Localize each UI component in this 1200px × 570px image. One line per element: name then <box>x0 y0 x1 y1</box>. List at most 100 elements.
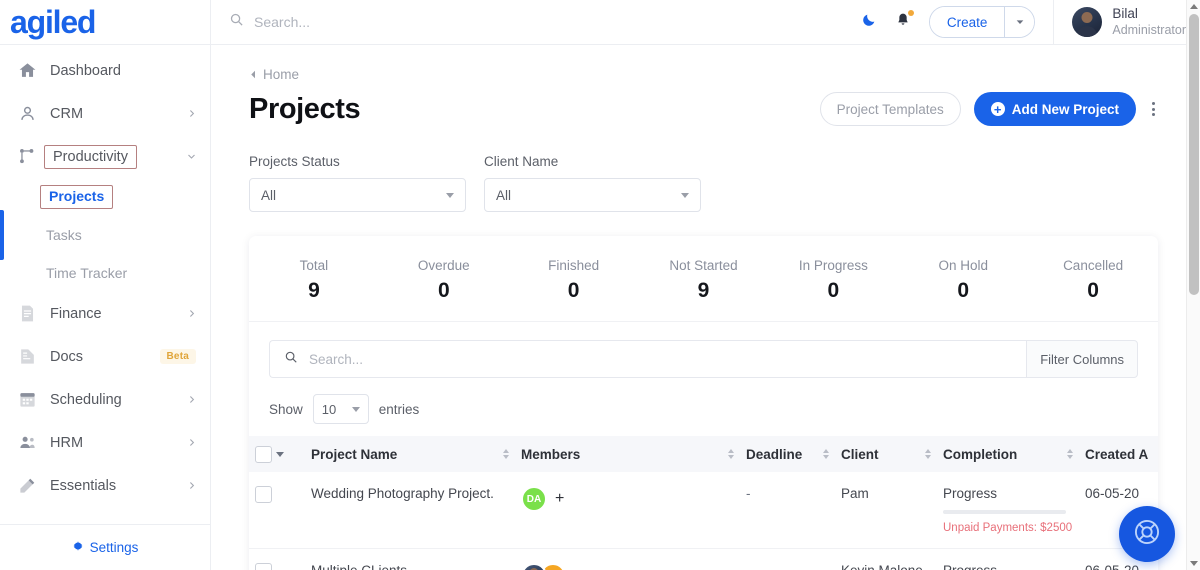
dark-mode-toggle[interactable] <box>861 12 877 33</box>
sort-icon[interactable] <box>728 449 734 459</box>
entries-per-page-select[interactable]: 10 <box>313 394 369 424</box>
sidebar-item-label: Docs <box>50 349 160 365</box>
column-label: Created A <box>1085 447 1148 462</box>
home-icon <box>16 60 38 82</box>
page-scrollbar[interactable] <box>1186 0 1200 570</box>
logo-container[interactable]: agiled <box>0 0 210 45</box>
sidebar-subitem-label: Time Tracker <box>46 265 127 281</box>
cell-completion: Progress Unpaid Payments: $2500 <box>937 472 1079 549</box>
cell-deadline: - <box>740 472 835 549</box>
productivity-highlight-box: Productivity <box>44 145 137 169</box>
entries-value: 10 <box>322 402 336 417</box>
user-profile-menu[interactable]: Bilal Administrator <box>1053 0 1186 45</box>
sidebar-item-docs[interactable]: Docs Beta <box>0 335 210 378</box>
plus-icon[interactable]: + <box>555 491 564 507</box>
sidebar-item-projects[interactable]: Projects <box>0 178 210 216</box>
table-row[interactable]: Multiple CLients JO + - Kevin Malone <box>249 549 1158 570</box>
sidebar-item-label: Finance <box>50 306 182 322</box>
member-avatar[interactable] <box>521 563 547 570</box>
projects-status-select[interactable]: All <box>249 178 466 212</box>
filter-columns-button[interactable]: Filter Columns <box>1026 340 1138 378</box>
user-icon <box>16 103 38 125</box>
select-all-header <box>249 436 305 472</box>
select-all-checkbox[interactable] <box>255 446 272 463</box>
row-checkbox[interactable] <box>255 563 272 570</box>
scroll-up-arrow[interactable] <box>1187 0 1200 13</box>
sidebar-item-label: Dashboard <box>50 63 196 79</box>
sidebar-item-label: CRM <box>50 106 182 122</box>
sort-icon[interactable] <box>503 449 509 459</box>
column-label: Members <box>521 447 580 462</box>
sidebar-item-productivity[interactable]: Productivity <box>0 135 210 178</box>
stat-value: 0 <box>379 279 509 303</box>
sidebar-item-essentials[interactable]: Essentials <box>0 464 210 507</box>
notifications-button[interactable] <box>895 12 911 33</box>
sort-icon[interactable] <box>823 449 829 459</box>
plus-circle-icon: + <box>991 102 1005 116</box>
sidebar-item-label: Essentials <box>50 478 182 494</box>
table-search-input[interactable]: Search... <box>269 340 1026 378</box>
column-label: Completion <box>943 447 1017 462</box>
search-icon <box>284 350 298 369</box>
column-deadline[interactable]: Deadline <box>740 436 835 472</box>
stat-label: Cancelled <box>1028 258 1158 273</box>
add-new-project-label: Add New Project <box>1012 102 1119 117</box>
main-region: Search... Create <box>211 0 1200 570</box>
row-checkbox[interactable] <box>255 486 272 503</box>
member-avatar[interactable]: DA <box>521 486 547 512</box>
sort-icon[interactable] <box>925 449 931 459</box>
stat-value: 9 <box>639 279 769 303</box>
table-search-row: Search... Filter Columns <box>249 322 1158 378</box>
sort-icon[interactable] <box>1067 449 1073 459</box>
projects-highlight-box: Projects <box>40 185 113 209</box>
support-fab-button[interactable] <box>1119 506 1175 562</box>
filter-label: Client Name <box>484 154 701 169</box>
scrollbar-thumb[interactable] <box>1189 14 1199 295</box>
settings-label: Settings <box>90 540 139 555</box>
lifebuoy-icon <box>1133 518 1161 551</box>
cell-completion: Progress <box>937 549 1079 570</box>
breadcrumb[interactable]: Home <box>249 45 1158 82</box>
sidebar-item-hrm[interactable]: HRM <box>0 421 210 464</box>
chevron-right-icon <box>182 438 196 447</box>
create-dropdown-toggle[interactable] <box>1004 7 1034 37</box>
gear-icon <box>72 540 84 555</box>
sidebar-item-time-tracker[interactable]: Time Tracker <box>0 254 210 292</box>
column-members[interactable]: Members <box>515 436 740 472</box>
app-logo[interactable]: agiled <box>10 6 95 38</box>
scroll-down-arrow[interactable] <box>1187 557 1200 570</box>
breadcrumb-home-link[interactable]: Home <box>263 67 299 82</box>
project-templates-button[interactable]: Project Templates <box>820 92 961 126</box>
column-project-name[interactable]: Project Name <box>305 436 515 472</box>
create-button[interactable]: Create <box>930 7 1005 37</box>
table-head: Project Name Members Deadline <box>249 436 1158 472</box>
projects-table: Project Name Members Deadline <box>249 436 1158 570</box>
entries-label: entries <box>379 402 420 417</box>
column-completion[interactable]: Completion <box>937 436 1079 472</box>
kebab-menu-icon[interactable] <box>1149 98 1158 120</box>
profile-role: Administrator <box>1112 23 1186 39</box>
table-row[interactable]: Wedding Photography Project. DA + - Pam … <box>249 472 1158 549</box>
topbar: Search... Create <box>211 0 1200 45</box>
active-indicator-bar <box>0 210 4 260</box>
chevron-down-icon <box>446 193 454 198</box>
select-all-dropdown[interactable] <box>255 446 299 463</box>
docs-beta-badge: Beta <box>160 349 196 364</box>
add-new-project-button[interactable]: + Add New Project <box>974 92 1136 126</box>
sidebar-item-crm[interactable]: CRM <box>0 92 210 135</box>
sidebar-item-dashboard[interactable]: Dashboard <box>0 49 210 92</box>
column-created-at[interactable]: Created A <box>1079 436 1158 472</box>
column-client[interactable]: Client <box>835 436 937 472</box>
sidebar-item-finance[interactable]: Finance <box>0 292 210 335</box>
column-label: Client <box>841 447 879 462</box>
sidebar: agiled Dashboard CRM <box>0 0 211 570</box>
client-name-select[interactable]: All <box>484 178 701 212</box>
profile-name: Bilal <box>1112 6 1186 23</box>
chevron-left-icon <box>249 67 258 82</box>
sidebar-item-tasks[interactable]: Tasks <box>0 216 210 254</box>
sidebar-item-scheduling[interactable]: Scheduling <box>0 378 210 421</box>
stat-label: Overdue <box>379 258 509 273</box>
stat-label: In Progress <box>768 258 898 273</box>
global-search[interactable]: Search... <box>229 12 861 32</box>
settings-link[interactable]: Settings <box>72 540 139 555</box>
